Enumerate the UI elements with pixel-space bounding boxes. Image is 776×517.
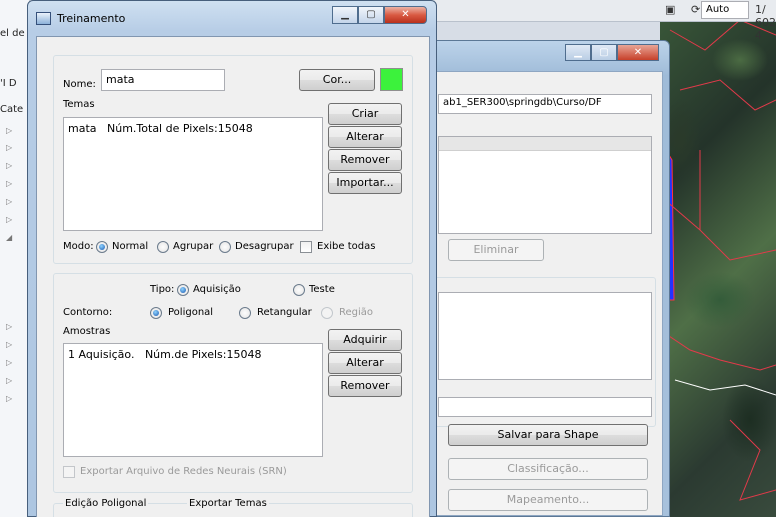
expand-icon[interactable]: ▷ [6,322,12,331]
close-icon[interactable]: ✕ [617,44,659,61]
tipo-teste-radio[interactable] [293,284,305,296]
expand-icon[interactable]: ▷ [6,179,12,188]
expand-icon[interactable]: ▷ [6,215,12,224]
contorno-retangular-radio[interactable] [239,307,251,319]
modo-option-label: Desagrupar [235,241,294,252]
contorno-label: Contorno: [63,307,113,318]
expand-icon[interactable]: ▷ [6,358,12,367]
list-header [439,137,651,151]
vector-overlay [660,19,776,501]
modo-label: Modo: [63,241,94,252]
close-icon[interactable]: ✕ [384,6,427,24]
background-field-2[interactable] [438,397,652,417]
tipo-option-label: Teste [309,284,335,295]
color-swatch [380,68,403,91]
list-item[interactable]: mata Núm.Total de Pixels:15048 [68,122,253,135]
alterar-amostra-button[interactable]: Alterar [328,352,402,374]
exportar-temas-label: Exportar Temas [187,498,269,509]
dialog-client: Nome: mata Cor... Temas mata Núm.Total d… [36,36,430,517]
expand-icon[interactable]: ▷ [6,394,12,403]
amostras-list[interactable]: 1 Aquisição. Núm.de Pixels:15048 [63,343,323,457]
background-list-2[interactable] [438,292,652,380]
salvar-shape-button[interactable]: Salvar para Shape [448,424,648,446]
contorno-option-label: Região [339,307,374,318]
treinamento-dialog: Treinamento ▁ ▢ ✕ Nome: mata Cor... Tema… [27,0,437,517]
modo-normal-radio[interactable] [96,241,108,253]
temas-list[interactable]: mata Núm.Total de Pixels:15048 [63,117,323,231]
list-item[interactable]: 1 Aquisição. Núm.de Pixels:15048 [68,348,261,361]
tema-name: mata [68,122,97,135]
strip-label: el de [0,28,25,39]
temas-label: Temas [63,99,95,110]
background-window-client: ab1_SER300\springdb\Curso/DF Eliminar Sa… [427,71,663,516]
background-tree-panel: el de 'I D Cate ▷ ▷ ▷ ▷ ▷ ▷ ◢ ▷ ▷ ▷ ▷ ▷ [0,0,30,517]
app-window-icon [36,12,51,25]
criar-button[interactable]: Criar [328,103,402,125]
expand-icon[interactable]: ▷ [6,197,12,206]
exportar-srn-label: Exportar Arquivo de Redes Neurais (SRN) [80,466,287,477]
contorno-option-label: Poligonal [168,307,214,318]
expand-icon[interactable]: ▷ [6,161,12,170]
map-line [679,79,776,111]
amostra-text: 1 Aquisição. [68,348,135,361]
map-line [664,199,776,261]
exibe-todas-checkbox[interactable] [300,241,312,253]
modo-option-label: Normal [112,241,149,252]
tipo-label: Tipo: [150,284,175,295]
collapse-icon[interactable]: ◢ [6,233,12,242]
classificacao-button[interactable]: Classificação... [448,458,648,480]
edicao-poligonal-label: Edição Poligonal [63,498,149,509]
background-list[interactable] [438,136,652,234]
map-line [674,379,776,396]
color-button[interactable]: Cor... [299,69,375,91]
dialog-title: Treinamento [57,12,126,25]
maximize-icon[interactable]: ▢ [358,6,384,24]
tipo-aquisicao-radio[interactable] [177,284,189,296]
strip-label: 'I D [0,78,17,89]
background-toolbar: ▣ ⟳ Auto 1/ 602 4 [435,0,776,42]
amostras-label: Amostras [63,326,111,337]
modo-option-label: Agrupar [173,241,214,252]
remover-tema-button[interactable]: Remover [328,149,402,171]
eliminar-button[interactable]: Eliminar [448,239,544,261]
tool-icon[interactable]: ▣ [665,3,675,16]
expand-icon[interactable]: ▷ [6,143,12,152]
exportar-srn-checkbox[interactable] [63,466,75,478]
importar-button[interactable]: Importar... [328,172,402,194]
adquirir-button[interactable]: Adquirir [328,329,402,351]
remover-amostra-button[interactable]: Remover [328,375,402,397]
name-input[interactable]: mata [101,69,225,91]
map-line [729,419,776,501]
strip-label: Cate [0,104,24,115]
contorno-regiao-radio[interactable] [321,307,333,319]
expand-icon[interactable]: ▷ [6,126,12,135]
minimize-icon[interactable]: ▁ [332,6,358,24]
contorno-option-label: Retangular [257,307,312,318]
contorno-poligonal-radio[interactable] [150,307,162,319]
minimize-icon[interactable]: ▁ [565,44,591,61]
mapeamento-button[interactable]: Mapeamento... [448,489,648,511]
tema-info: Núm.Total de Pixels:15048 [107,122,253,135]
modo-desagrupar-radio[interactable] [219,241,231,253]
background-window: ▁ ▢ ✕ ab1_SER300\springdb\Curso/DF Elimi… [420,40,670,517]
map-line [660,329,776,371]
mode-select[interactable]: Auto [701,1,749,19]
path-field[interactable]: ab1_SER300\springdb\Curso/DF [438,94,652,114]
amostra-info: Núm.de Pixels:15048 [144,348,262,361]
expand-icon[interactable]: ▷ [6,376,12,385]
maximize-icon[interactable]: ▢ [591,44,617,61]
modo-agrupar-radio[interactable] [157,241,169,253]
exibe-todas-label: Exibe todas [317,241,376,252]
tipo-option-label: Aquisição [193,284,241,295]
tool-icon[interactable]: ⟳ [691,3,700,16]
alterar-tema-button[interactable]: Alterar [328,126,402,148]
name-label: Nome: [63,79,96,90]
zoom-readout: 1/ 602 4 [755,3,776,42]
expand-icon[interactable]: ▷ [6,340,12,349]
